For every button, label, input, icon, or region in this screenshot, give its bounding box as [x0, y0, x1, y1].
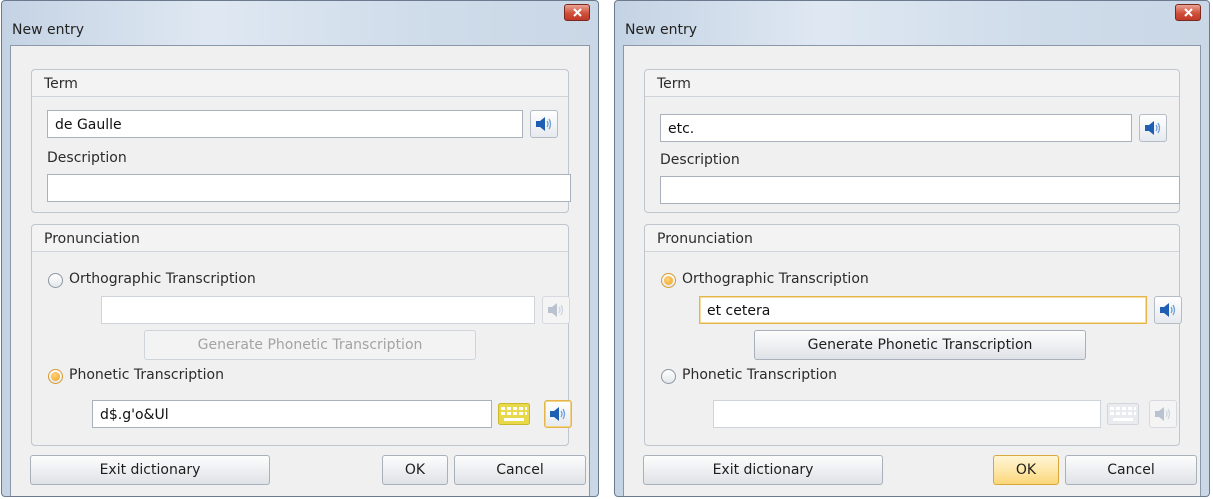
- phonetic-radio[interactable]: [48, 369, 63, 384]
- keyboard-icon[interactable]: [498, 403, 530, 425]
- close-icon: [1184, 8, 1193, 17]
- orthographic-speak-button[interactable]: [542, 296, 570, 324]
- term-group-header: Term: [645, 70, 1179, 97]
- pronunciation-group-title: Pronunciation: [657, 231, 753, 247]
- dialog-title: New entry: [625, 22, 698, 38]
- orthographic-input[interactable]: et cetera: [699, 296, 1147, 324]
- speaker-icon: [548, 303, 564, 317]
- term-input[interactable]: de Gaulle: [47, 110, 523, 138]
- pronunciation-group-header: Pronunciation: [32, 225, 568, 252]
- term-group: Term etc. Description: [644, 69, 1180, 213]
- new-entry-dialog-2: New entry Term etc. Description Pronunci…: [614, 0, 1210, 497]
- phonetic-speak-button[interactable]: [1149, 400, 1177, 428]
- pronunciation-group: Pronunciation Orthographic Transcription…: [31, 224, 572, 446]
- dialog-body: Term de Gaulle Description Pronunciation…: [10, 45, 590, 496]
- exit-dictionary-button[interactable]: Exit dictionary: [643, 455, 883, 485]
- term-speak-button[interactable]: [1139, 114, 1167, 142]
- keyboard-icon[interactable]: [1107, 403, 1139, 425]
- pronunciation-group-header: Pronunciation: [645, 225, 1179, 252]
- speaker-icon: [1155, 407, 1171, 421]
- orthographic-input[interactable]: [101, 296, 535, 324]
- title-bar[interactable]: New entry: [2, 1, 598, 41]
- description-input[interactable]: [47, 174, 571, 202]
- orthographic-radio[interactable]: [48, 273, 63, 288]
- term-speak-button[interactable]: [530, 110, 558, 138]
- new-entry-dialog-1: New entry Term de Gaulle Description Pro…: [1, 0, 599, 497]
- close-button[interactable]: [564, 4, 590, 21]
- phonetic-input[interactable]: d$.g'o&Ul: [92, 400, 492, 428]
- term-group-header: Term: [32, 70, 568, 97]
- term-group-title: Term: [657, 76, 691, 92]
- phonetic-radio[interactable]: [661, 369, 676, 384]
- speaker-icon: [1160, 303, 1176, 317]
- title-bar[interactable]: New entry: [615, 1, 1209, 41]
- phonetic-label: Phonetic Transcription: [682, 367, 837, 383]
- term-group: Term de Gaulle Description: [31, 69, 571, 213]
- dialog-title: New entry: [12, 22, 85, 38]
- close-icon: [573, 8, 582, 17]
- description-label: Description: [660, 152, 740, 168]
- speaker-icon: [550, 407, 566, 421]
- cancel-button[interactable]: Cancel: [454, 455, 586, 485]
- close-button[interactable]: [1175, 4, 1201, 21]
- phonetic-input[interactable]: [713, 400, 1101, 428]
- orthographic-label: Orthographic Transcription: [69, 271, 256, 287]
- phonetic-speak-button[interactable]: [544, 400, 572, 428]
- description-input[interactable]: [660, 176, 1180, 204]
- pronunciation-group-title: Pronunciation: [44, 231, 140, 247]
- cancel-button[interactable]: Cancel: [1065, 455, 1197, 485]
- ok-button[interactable]: OK: [382, 455, 448, 485]
- speaker-icon: [536, 117, 552, 131]
- generate-phonetic-button[interactable]: Generate Phonetic Transcription: [754, 330, 1086, 360]
- term-input[interactable]: etc.: [660, 114, 1132, 142]
- phonetic-label: Phonetic Transcription: [69, 367, 224, 383]
- orthographic-radio[interactable]: [661, 273, 676, 288]
- term-group-title: Term: [44, 76, 78, 92]
- pronunciation-group: Pronunciation Orthographic Transcription…: [644, 224, 1182, 446]
- exit-dictionary-button[interactable]: Exit dictionary: [30, 455, 270, 485]
- generate-phonetic-button[interactable]: Generate Phonetic Transcription: [144, 330, 476, 360]
- orthographic-label: Orthographic Transcription: [682, 271, 869, 287]
- description-label: Description: [47, 150, 127, 166]
- orthographic-speak-button[interactable]: [1154, 296, 1182, 324]
- speaker-icon: [1145, 121, 1161, 135]
- ok-button[interactable]: OK: [993, 455, 1059, 485]
- dialog-body: Term etc. Description Pronunciation Orth…: [623, 45, 1201, 496]
